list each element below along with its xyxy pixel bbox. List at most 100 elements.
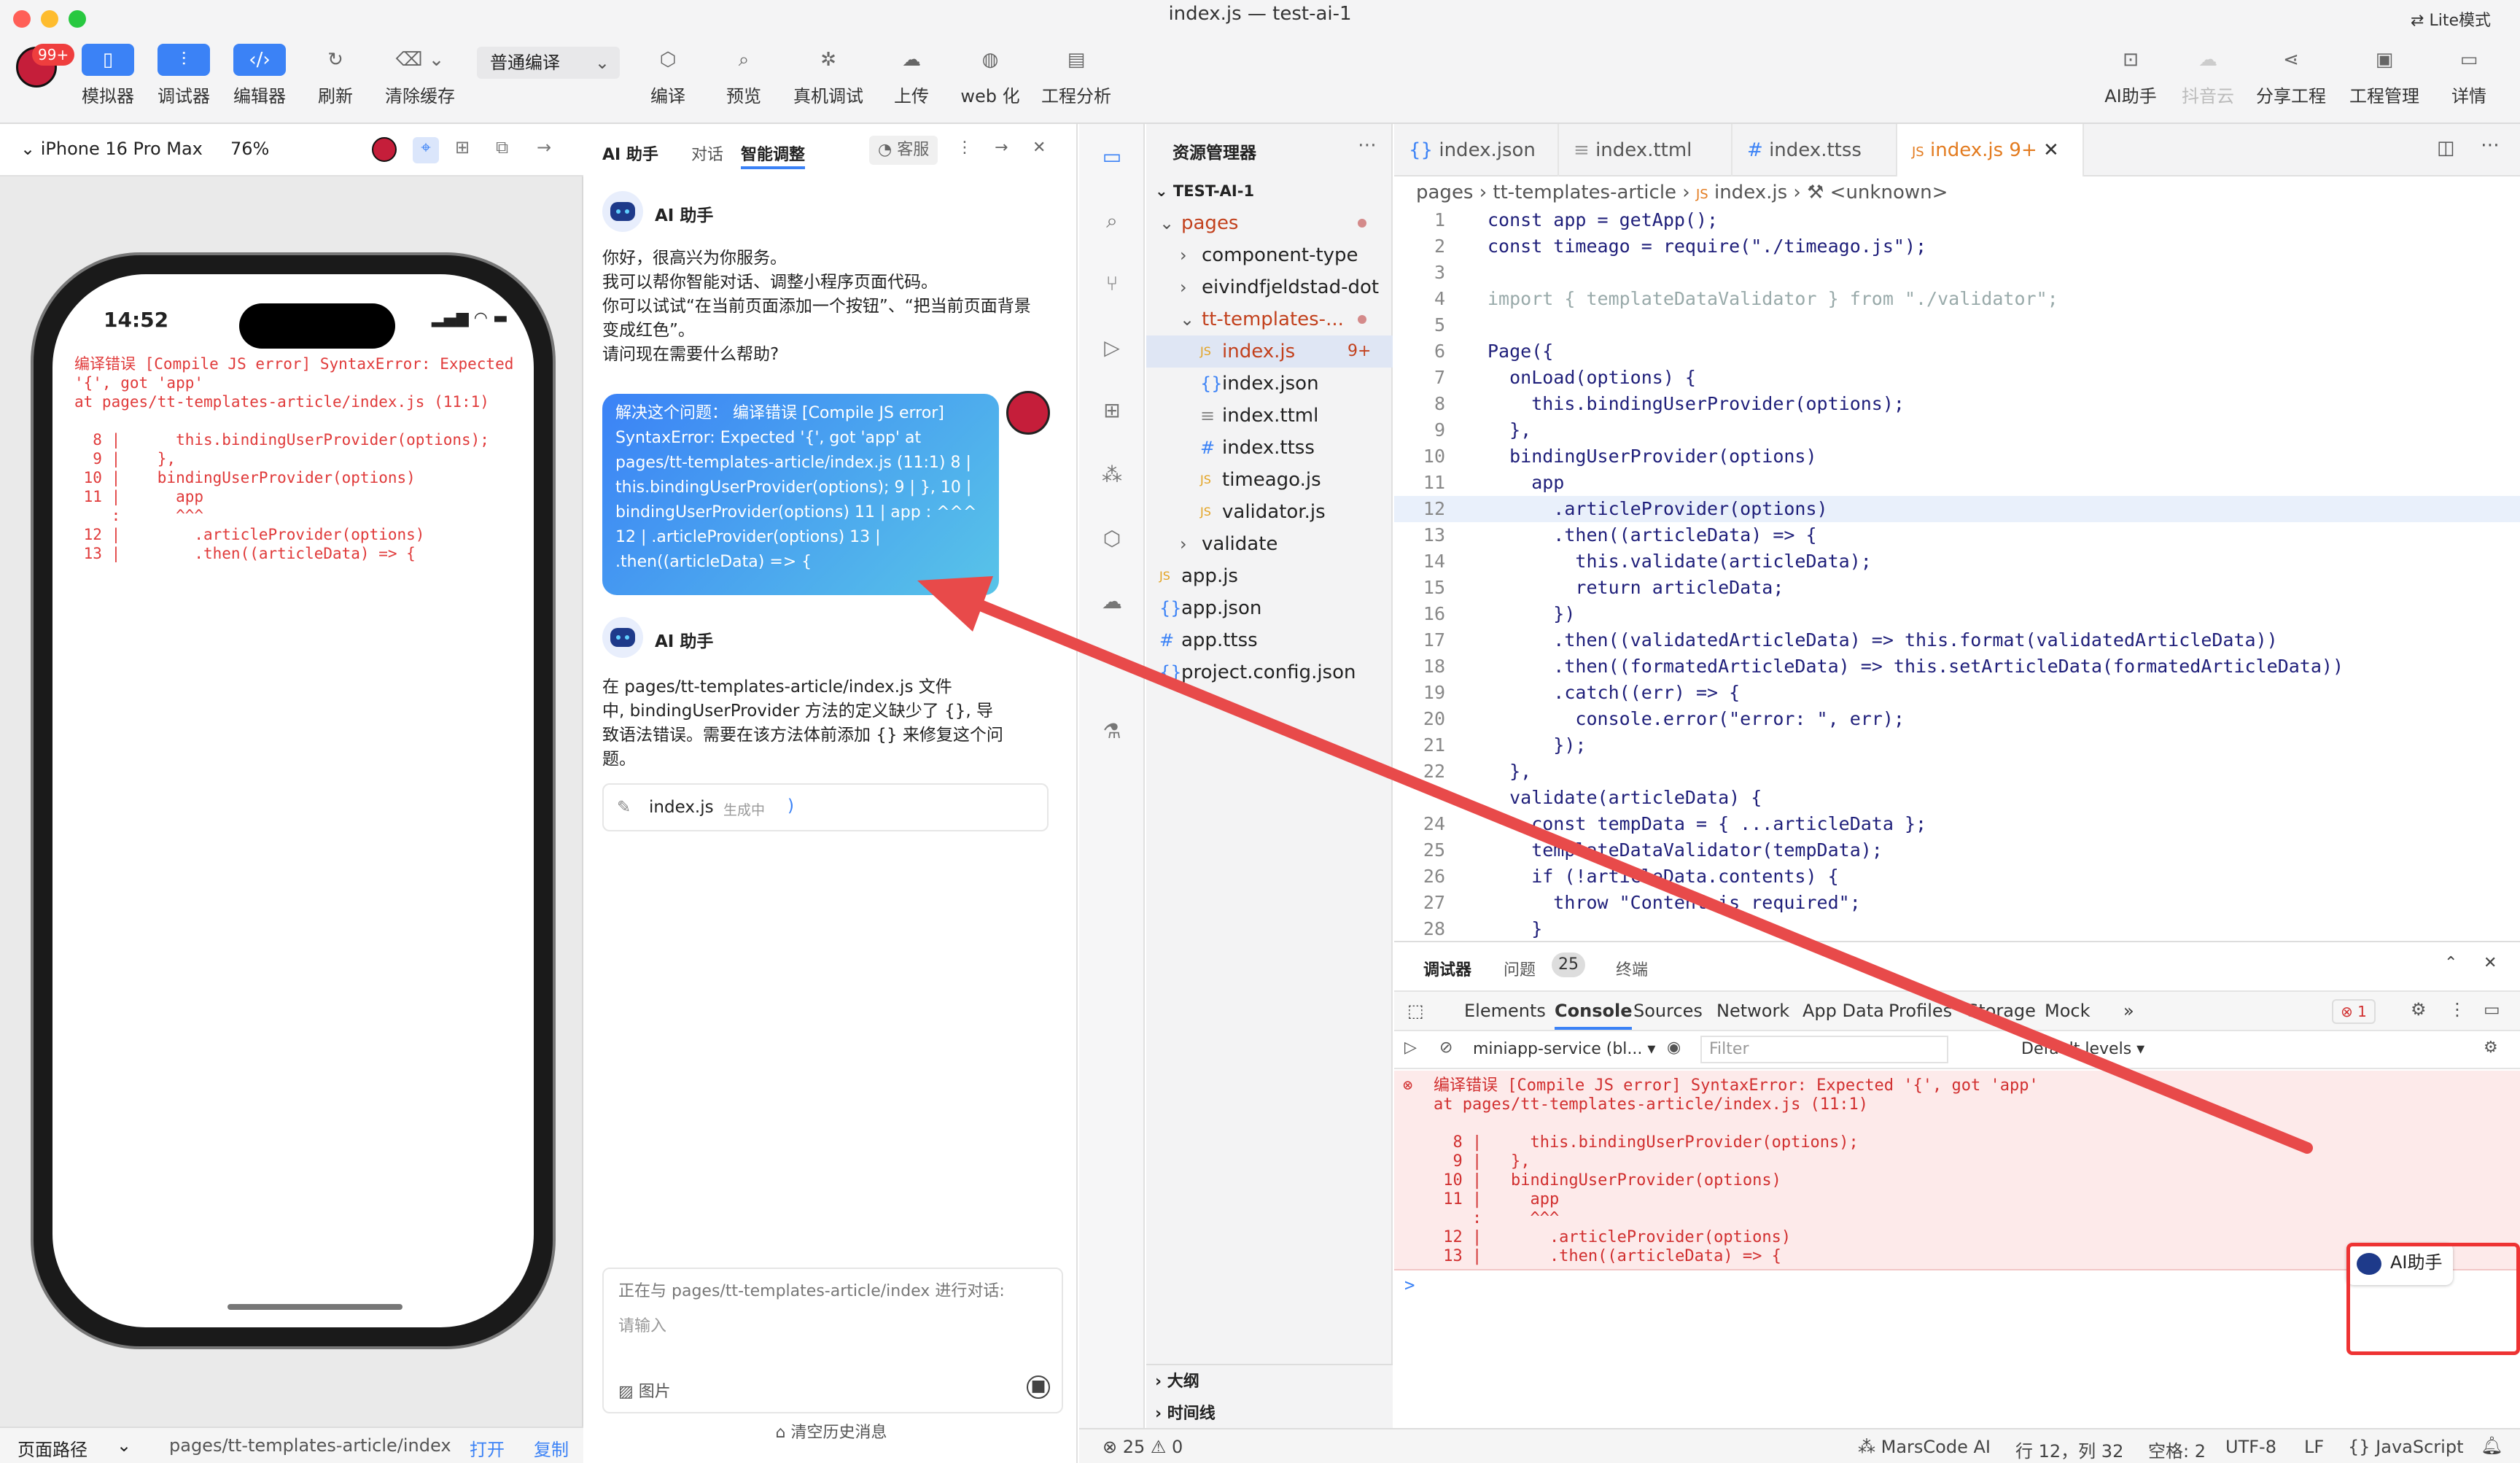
file-tree-item[interactable]: {} index.json	[1146, 368, 1393, 400]
file-tree-item[interactable]: {} project.config.json	[1146, 656, 1393, 688]
file-tree-item[interactable]: JS index.js 9+	[1146, 335, 1393, 368]
settings-icon[interactable]: ⚙	[2411, 999, 2427, 1020]
timeline-section[interactable]: › 时间线	[1155, 1400, 1216, 1424]
dock-icon[interactable]: ▭	[2484, 999, 2500, 1020]
phone-screen[interactable]: 14:52 ▂▄▆ ◠ ▬ 编译错误 [Compile JS error] Sy…	[52, 274, 534, 1327]
file-tree-item[interactable]: {} app.json	[1146, 592, 1393, 624]
encoding-status[interactable]: UTF-8	[2225, 1437, 2276, 1457]
devtools-tab[interactable]: Elements	[1464, 1001, 1546, 1021]
refresh-button[interactable]: ↻ 刷新	[299, 44, 372, 107]
file-tree-item[interactable]: › component-type	[1146, 239, 1393, 271]
devtools-tab[interactable]: App Data	[1802, 1001, 1884, 1021]
eye-icon[interactable]: ◉	[1667, 1039, 1681, 1057]
upload-button[interactable]: ☁ 上传	[875, 44, 948, 107]
log-levels-select[interactable]: Default levels ▾	[2021, 1040, 2144, 1058]
tab-index-json[interactable]: {} index.json	[1394, 124, 1559, 176]
user-avatar-small[interactable]	[372, 137, 397, 162]
indentation-status[interactable]: 空格: 2	[2148, 1437, 2206, 1462]
tab-index-ttml[interactable]: ≡ index.ttml	[1559, 124, 1732, 176]
problems-status[interactable]: ⊗ 25 ⚠ 0	[1102, 1437, 1183, 1457]
device-debug-button[interactable]: ✲ 真机调试	[792, 44, 865, 107]
breadcrumb-item[interactable]: tt-templates-article	[1493, 182, 1676, 203]
inspect-icon[interactable]: ⌖	[413, 137, 439, 163]
web-button[interactable]: ◍ web 化	[954, 44, 1027, 107]
console-filter-input[interactable]: Filter	[1700, 1036, 1948, 1063]
cloud-icon[interactable]: ☁	[1095, 585, 1129, 618]
file-tree-item[interactable]: ≡ index.ttml	[1146, 400, 1393, 432]
language-status[interactable]: {} JavaScript	[2348, 1437, 2463, 1457]
close-panel-icon[interactable]: ✕	[2484, 954, 2497, 972]
run-debug-icon[interactable]: ▷	[1095, 331, 1129, 365]
tab-debugger[interactable]: 调试器	[1423, 957, 1471, 980]
close-icon[interactable]: ✕	[1032, 139, 1046, 157]
chevron-down-icon[interactable]: ⌄	[117, 1435, 131, 1456]
zoom-select[interactable]: 76%	[230, 139, 269, 159]
more-icon[interactable]: ⋯	[1358, 134, 1377, 156]
devtools-tab[interactable]: Console	[1555, 1001, 1633, 1030]
console-settings-icon[interactable]: ⚙	[2484, 1039, 2498, 1057]
ai-assistant-button[interactable]: ⊡ AI助手	[2094, 44, 2167, 107]
file-tree-item[interactable]: ⌄ tt-templates-...	[1146, 303, 1393, 335]
console-prompt[interactable]: >	[1404, 1275, 1415, 1295]
eol-status[interactable]: LF	[2304, 1437, 2324, 1457]
copy-path-link[interactable]: 复制	[534, 1435, 569, 1461]
more-vertical-icon[interactable]: ⋮	[2449, 999, 2466, 1020]
ai-input-box[interactable]: 正在与 pages/tt-templates-article/index 进行对…	[602, 1268, 1063, 1413]
devtools-tab[interactable]: Network	[1716, 1001, 1789, 1021]
file-tree-item[interactable]: JS app.js	[1146, 560, 1393, 592]
clear-cache-button[interactable]: ⌫ ⌄ 清除缓存	[384, 44, 456, 107]
sidebar-toggle-icon[interactable]: ▷	[1404, 1039, 1417, 1057]
chat-input-placeholder[interactable]: 请输入	[618, 1313, 666, 1336]
devtools-tab[interactable]: »	[2123, 1001, 2134, 1021]
screenshot-icon[interactable]: ⧉	[496, 137, 508, 158]
breadcrumb-item[interactable]: index.js	[1714, 182, 1787, 203]
tab-smart-adjust[interactable]: 智能调整	[741, 141, 805, 165]
share-project-button[interactable]: ⋖ 分享工程	[2255, 44, 2328, 107]
flask-icon[interactable]: ⚗	[1095, 715, 1129, 748]
tab-terminal[interactable]: 终端	[1616, 957, 1648, 980]
context-select[interactable]: miniapp-service (bl... ▾	[1473, 1040, 1655, 1058]
tab-index-ttss[interactable]: # index.ttss	[1732, 124, 1897, 176]
lite-mode-toggle[interactable]: ⇄ Lite模式	[2411, 7, 2491, 31]
tab-index-js[interactable]: JS index.js 9+ ✕	[1897, 124, 2084, 176]
debugger-button[interactable]: ⫶ 调试器	[147, 44, 220, 107]
devtools-tab[interactable]: Profiles	[1889, 1001, 1952, 1021]
devtools-tab[interactable]: Storage	[1967, 1001, 2036, 1021]
douyin-cloud-button[interactable]: ☁ 抖音云	[2171, 44, 2244, 107]
analysis-button[interactable]: ▤ 工程分析	[1040, 44, 1113, 107]
breadcrumb-item[interactable]: <unknown>	[1830, 182, 1948, 203]
cursor-position[interactable]: 行 12，列 32	[2015, 1437, 2123, 1462]
compile-button[interactable]: ⬡ 编译	[631, 44, 704, 107]
more-icon[interactable]: ⋯	[2481, 134, 2500, 156]
marscode-status[interactable]: ⁂ MarsCode AI	[1858, 1437, 1991, 1457]
file-tree-item[interactable]: # index.ttss	[1146, 432, 1393, 464]
breadcrumb-item[interactable]: pages	[1416, 182, 1473, 203]
inspect-element-icon[interactable]: ⬚	[1407, 1001, 1424, 1021]
search-icon[interactable]: ⌕	[1095, 204, 1129, 238]
devtools-tab[interactable]: Sources	[1633, 1001, 1703, 1021]
open-path-link[interactable]: 打开	[470, 1435, 505, 1461]
explorer-icon[interactable]: ▭	[1095, 140, 1129, 174]
file-tree-item[interactable]: # app.ttss	[1146, 624, 1393, 656]
grid-icon[interactable]: ⊞	[455, 137, 470, 158]
generated-file-card[interactable]: ✎ index.js 生成中 )	[602, 783, 1049, 831]
maximize-panel-icon[interactable]: ⌃	[2444, 954, 2457, 972]
tab-chat[interactable]: 对话	[691, 141, 723, 165]
clear-console-icon[interactable]: ⊘	[1439, 1039, 1452, 1057]
split-editor-icon[interactable]: ◫	[2437, 137, 2455, 159]
more-icon[interactable]: ⋮	[957, 139, 973, 157]
source-control-icon[interactable]: ⑂	[1095, 267, 1129, 300]
file-tree-item[interactable]: ⌄ pages	[1146, 207, 1393, 239]
package-icon[interactable]: ⬡	[1095, 522, 1129, 556]
extensions-icon[interactable]: ⊞	[1095, 394, 1129, 427]
notifications-icon[interactable]: 🔔︎	[2481, 1435, 2502, 1456]
preview-button[interactable]: ⌕ 预览	[707, 44, 780, 107]
device-select[interactable]: ⌄ iPhone 16 Pro Max	[20, 139, 203, 159]
clear-history-button[interactable]: ⌂ 清空历史消息	[585, 1419, 1078, 1443]
detach-icon[interactable]: →	[537, 137, 551, 158]
stop-icon[interactable]: ■	[1027, 1375, 1050, 1399]
dependency-icon[interactable]: ⁂	[1095, 458, 1129, 492]
details-button[interactable]: ▭ 详情	[2432, 44, 2505, 107]
customer-service-button[interactable]: ◔ 客服	[869, 136, 938, 165]
devtools-tab[interactable]: Mock	[2045, 1001, 2090, 1021]
